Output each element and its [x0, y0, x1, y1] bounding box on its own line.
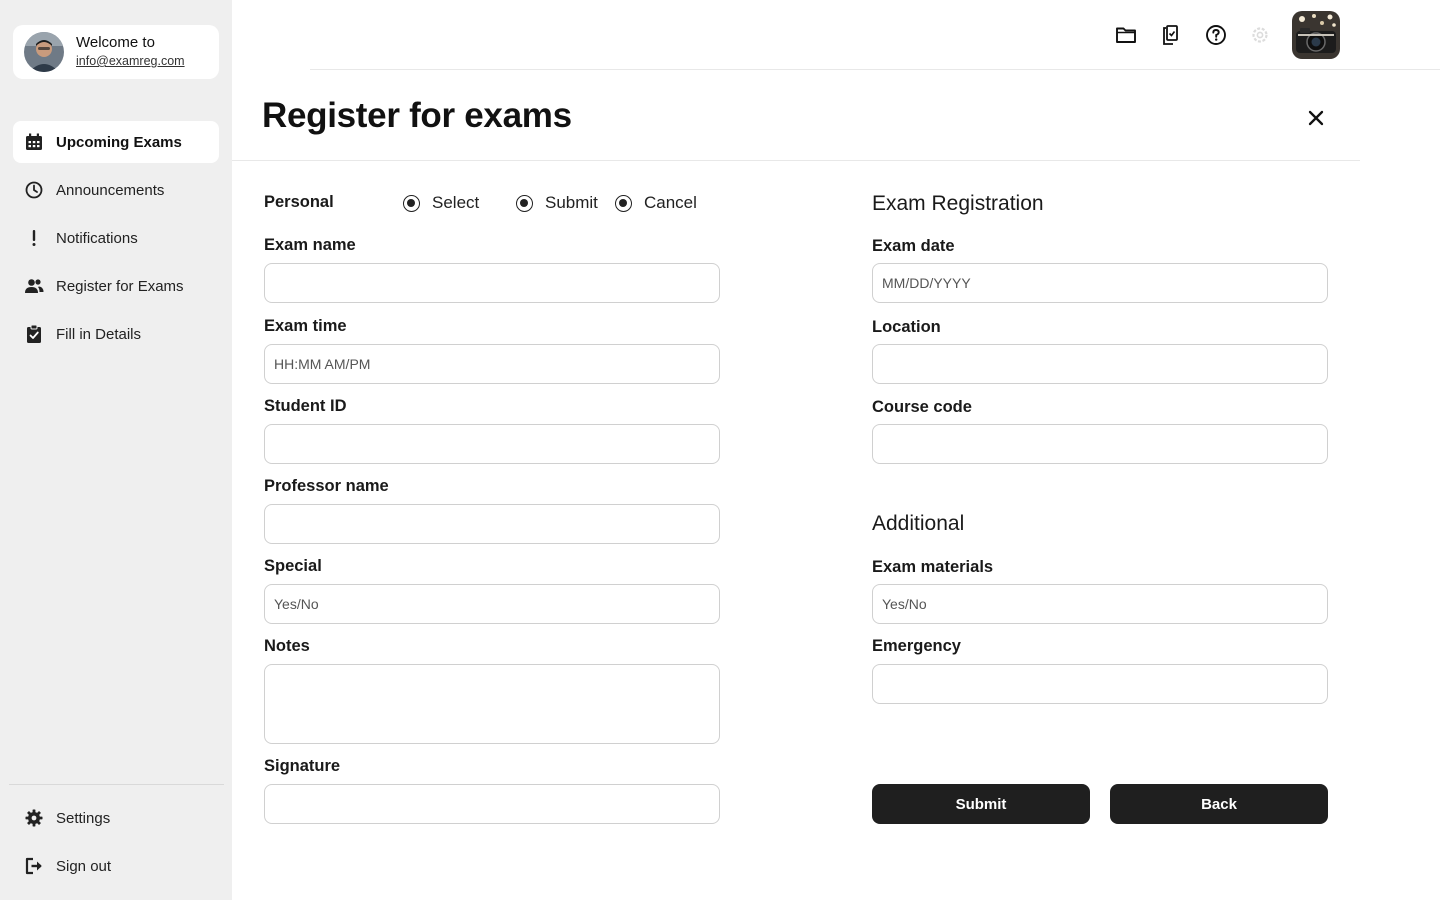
sign-out-icon — [24, 856, 44, 876]
exam-name-label: Exam name — [264, 236, 356, 254]
user-avatar[interactable] — [1292, 11, 1340, 59]
radio-label: Cancel — [644, 193, 697, 212]
special-input[interactable] — [264, 584, 720, 624]
personal-label: Personal — [264, 193, 334, 211]
gear-icon — [24, 808, 44, 828]
help-icon[interactable] — [1204, 23, 1228, 47]
location-label: Location — [872, 318, 941, 336]
professor-name-label: Professor name — [264, 477, 389, 495]
welcome-text: Welcome to — [76, 34, 155, 51]
exam-materials-input[interactable] — [872, 584, 1328, 624]
emergency-label: Emergency — [872, 637, 961, 655]
clipboard-icon[interactable] — [1158, 23, 1182, 47]
course-code-input[interactable] — [872, 424, 1328, 464]
sidebar-item-fill-in-details[interactable]: Fill in Details — [13, 313, 219, 355]
special-label: Special — [264, 557, 322, 575]
exclamation-icon — [24, 228, 44, 248]
sidebar-item-label: Notifications — [56, 229, 138, 247]
sidebar-item-register-for-exams[interactable]: Register for Exams — [13, 265, 219, 307]
sidebar-divider — [9, 784, 224, 785]
sidebar-item-notifications[interactable]: Notifications — [13, 217, 219, 259]
radio-select[interactable]: Select — [403, 193, 479, 213]
page-title: Register for exams — [262, 96, 572, 135]
radio-button[interactable] — [615, 194, 632, 212]
exam-name-input[interactable] — [264, 263, 720, 303]
folder-icon[interactable] — [1114, 23, 1138, 47]
profile-avatar — [24, 32, 64, 72]
exam-time-label: Exam time — [264, 317, 347, 335]
sidebar-item-label: Fill in Details — [56, 325, 142, 343]
exam-time-input[interactable] — [264, 344, 720, 384]
signature-input[interactable] — [264, 784, 720, 824]
emergency-input[interactable] — [872, 664, 1328, 704]
sidebar-item-settings[interactable]: Settings — [13, 797, 219, 839]
profile-email-link[interactable]: info@examreg.com — [76, 54, 185, 68]
clock-icon — [24, 180, 44, 200]
settings-icon[interactable] — [1248, 23, 1272, 47]
topbar-divider — [310, 69, 1440, 70]
radio-button[interactable] — [403, 194, 420, 212]
student-id-label: Student ID — [264, 397, 347, 415]
sidebar-item-label: Upcoming Exams — [56, 133, 182, 151]
sidebar-item-upcoming-exams[interactable]: Upcoming Exams — [13, 121, 219, 163]
sidebar-item-label: Settings — [56, 809, 111, 827]
location-input[interactable] — [872, 344, 1328, 384]
additional-heading: Additional — [872, 512, 965, 535]
sidebar-item-label: Register for Exams — [56, 277, 184, 295]
sidebar-item-sign-out[interactable]: Sign out — [13, 845, 219, 887]
users-icon — [24, 276, 44, 296]
sidebar-item-announcements[interactable]: Announcements — [13, 169, 219, 211]
radio-label: Select — [432, 193, 480, 212]
radio-label: Submit — [545, 193, 598, 212]
sidebar: Welcome to info@examreg.com Upcoming Exa… — [0, 0, 232, 900]
back-button[interactable]: Back — [1110, 784, 1328, 824]
exam-registration-heading: Exam Registration — [872, 192, 1044, 215]
sidebar-item-label: Announcements — [56, 181, 165, 199]
radio-button[interactable] — [516, 194, 533, 212]
profile-card: Welcome to info@examreg.com — [13, 25, 219, 79]
clipboard-check-icon — [24, 324, 44, 344]
notes-textarea[interactable] — [264, 664, 720, 744]
header-divider — [232, 160, 1360, 161]
notes-label: Notes — [264, 637, 310, 655]
submit-button[interactable]: Submit — [872, 784, 1090, 824]
exam-materials-label: Exam materials — [872, 558, 994, 576]
professor-name-input[interactable] — [264, 504, 720, 544]
exam-date-input[interactable] — [872, 263, 1328, 303]
close-icon[interactable] — [1304, 106, 1328, 130]
calendar-icon — [24, 132, 44, 152]
signature-label: Signature — [264, 757, 341, 775]
radio-submit[interactable]: Submit — [516, 193, 598, 213]
exam-date-label: Exam date — [872, 237, 955, 255]
course-code-label: Course code — [872, 398, 972, 416]
student-id-input[interactable] — [264, 424, 720, 464]
radio-cancel[interactable]: Cancel — [615, 193, 697, 213]
sidebar-item-label: Sign out — [56, 857, 112, 875]
